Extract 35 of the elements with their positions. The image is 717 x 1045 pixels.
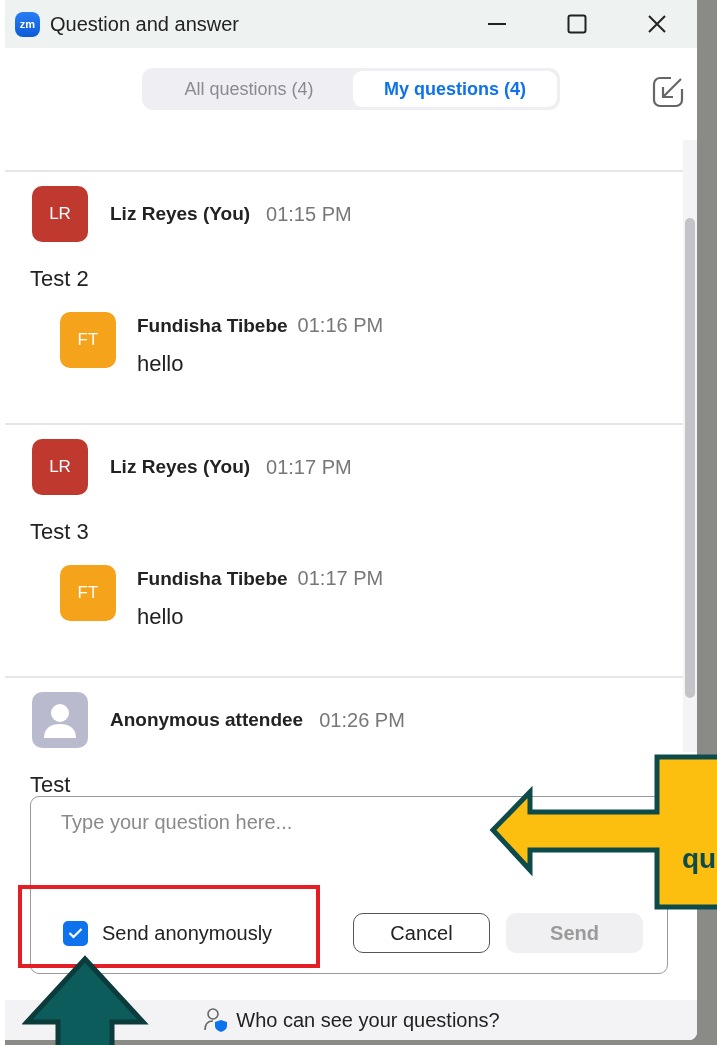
question-text: Test 2 (30, 266, 90, 292)
scrollbar-thumb[interactable] (685, 218, 695, 698)
pop-in-icon[interactable] (651, 75, 685, 109)
avatar: LR (32, 439, 88, 495)
timestamp: 01:15 PM (266, 202, 352, 226)
author-name: Anonymous attendee (110, 709, 304, 731)
maximize-icon (567, 14, 587, 34)
checkbox[interactable] (63, 920, 88, 946)
anonymous-option[interactable]: Send anonymously (63, 920, 337, 946)
check-icon (68, 927, 83, 939)
author-name: Fundisha Tibebe (137, 567, 288, 590)
timestamp: 01:17 PM (266, 455, 352, 479)
avatar: LR (32, 186, 88, 242)
close-icon (647, 14, 667, 34)
answer-text: hello (137, 604, 185, 630)
tab[interactable]: My questions (4) (353, 71, 557, 107)
callout-text: qu (682, 843, 717, 875)
author-name: Fundisha Tibebe (137, 314, 288, 337)
minimize-icon (487, 22, 507, 26)
question-input[interactable]: Type your question here... (61, 811, 481, 913)
answer-text: hello (137, 351, 185, 377)
app-logo: zm (15, 11, 40, 37)
question-text: Test (30, 772, 72, 794)
author-name: Liz Reyes (You) (110, 203, 251, 225)
timestamp: 01:16 PM (297, 314, 384, 337)
author-name: Liz Reyes (You) (110, 456, 251, 478)
avatar: FT (60, 565, 116, 621)
anonymous-avatar-icon (32, 692, 88, 748)
timestamp: 01:26 PM (319, 708, 405, 732)
avatar: FT (60, 312, 116, 368)
option-label: Send anonymously (102, 921, 273, 945)
cancel-button[interactable]: Cancel (353, 913, 490, 953)
question-text: Test 3 (30, 519, 90, 545)
timestamp: 01:17 PM (297, 567, 384, 590)
window-title: Question and answer (50, 12, 240, 36)
